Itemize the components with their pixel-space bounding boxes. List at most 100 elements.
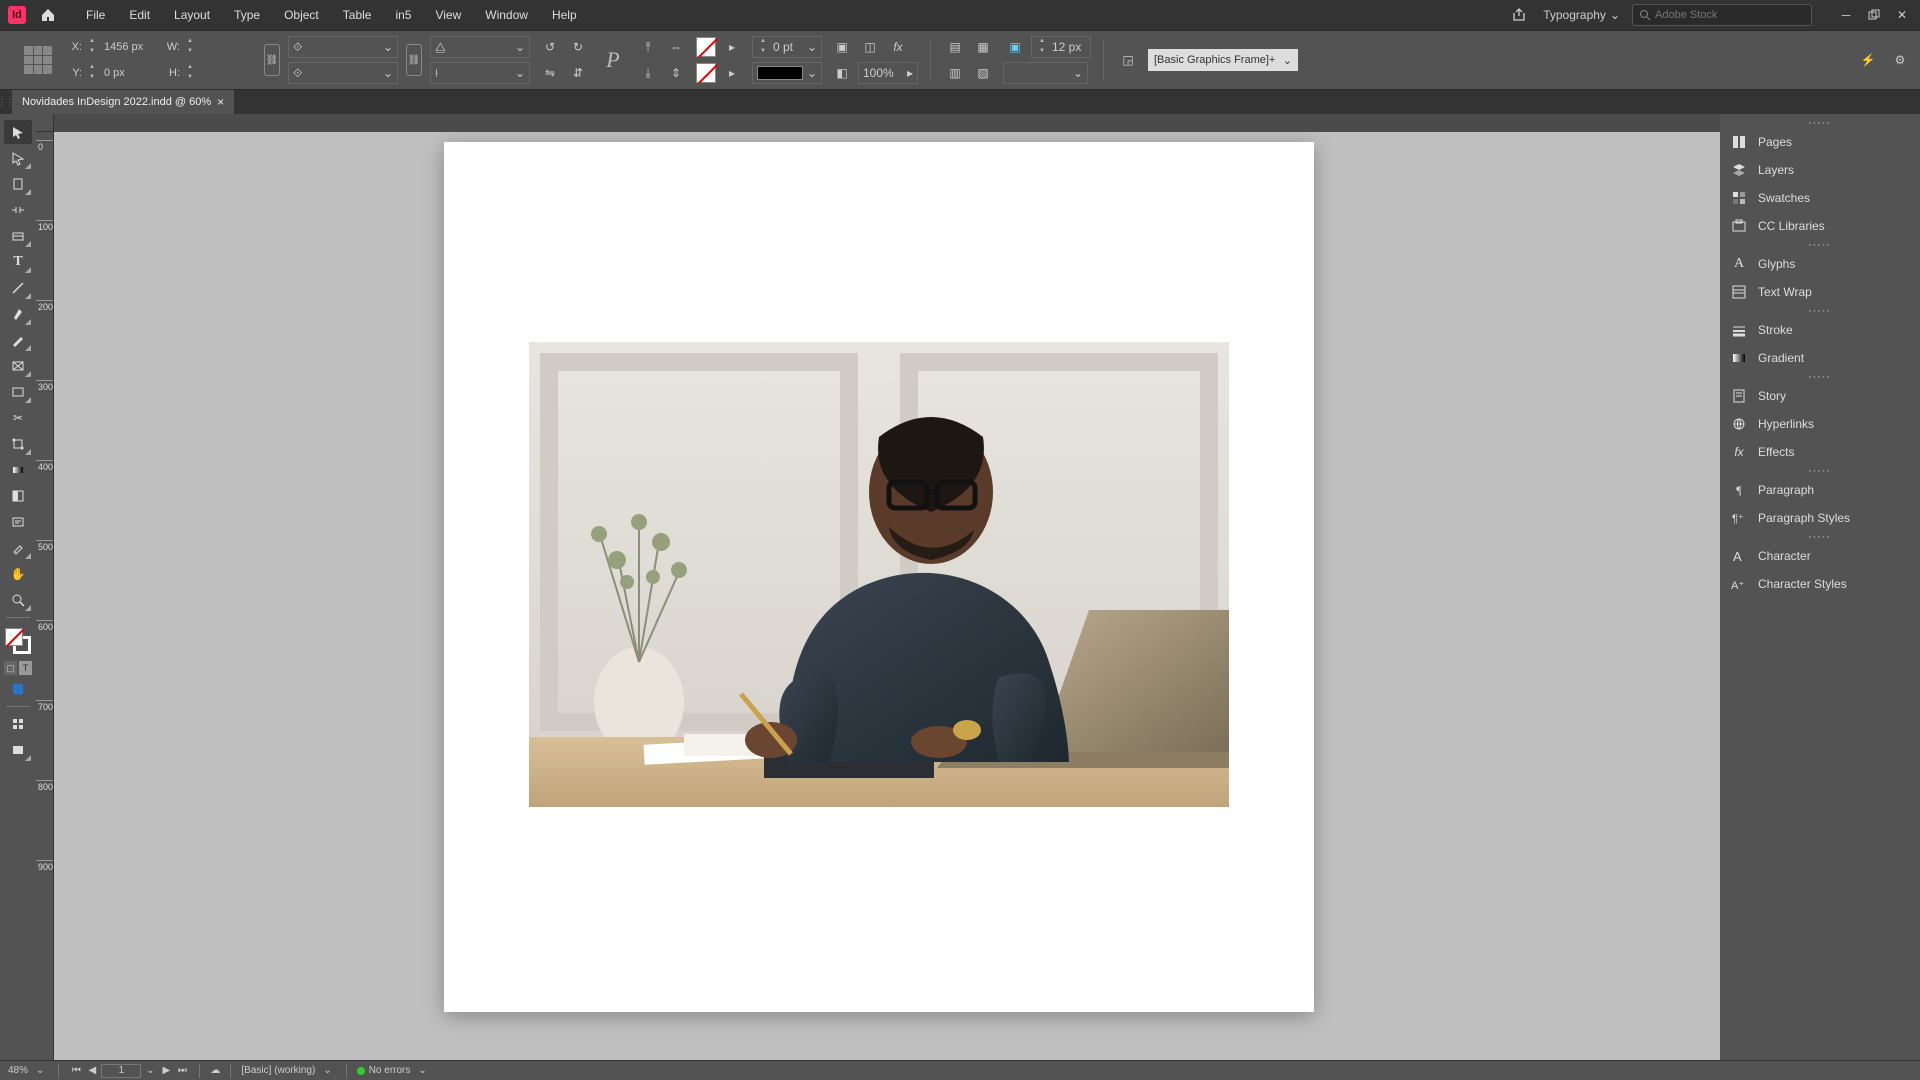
constrain-wh-icon[interactable]: ⛓ xyxy=(264,44,280,76)
x-stepper[interactable]: ▲▼ xyxy=(86,37,98,57)
panel-textwrap[interactable]: Text Wrap xyxy=(1720,278,1920,306)
free-transform-tool[interactable] xyxy=(4,432,32,456)
fill-swatch[interactable] xyxy=(696,37,716,57)
wrap-none-icon[interactable]: ▤ xyxy=(943,35,967,59)
stroke-menu-icon[interactable]: ▸ xyxy=(720,61,744,85)
maximize-button[interactable] xyxy=(1864,5,1884,25)
rectangle-tool[interactable] xyxy=(4,380,32,404)
flip-v-icon[interactable]: ⇵ xyxy=(566,61,590,85)
share-icon[interactable] xyxy=(1507,3,1531,27)
panel-pages[interactable]: Pages xyxy=(1720,128,1920,156)
panel-grip[interactable]: ▪▪▪▪▪ xyxy=(1720,240,1920,250)
x-input[interactable] xyxy=(102,37,158,57)
pen-tool[interactable] xyxy=(4,302,32,326)
panel-hyperlinks[interactable]: Hyperlinks xyxy=(1720,410,1920,438)
sync-icon[interactable]: ☁ xyxy=(210,1065,220,1076)
page-tool[interactable] xyxy=(4,172,32,196)
line-tool[interactable] xyxy=(4,276,32,300)
menu-layout[interactable]: Layout xyxy=(162,2,222,28)
minimize-button[interactable]: ─ xyxy=(1836,5,1856,25)
screen-mode-grid-icon[interactable] xyxy=(4,712,32,736)
next-page-icon[interactable]: ▶ xyxy=(159,1065,173,1076)
shear-dropdown[interactable]: ⟊⌄ xyxy=(430,62,530,84)
constrain-scale-icon[interactable]: ⛓ xyxy=(406,44,422,76)
ruler-origin[interactable] xyxy=(36,114,54,132)
h-stepper[interactable]: ▲▼ xyxy=(184,63,196,83)
rotate-ccw-icon[interactable]: ↺ xyxy=(538,35,562,59)
tab-handle-icon[interactable]: ⋮⋮ xyxy=(0,90,12,114)
menu-type[interactable]: Type xyxy=(222,2,272,28)
hand-tool[interactable]: ✋ xyxy=(4,562,32,586)
pencil-tool[interactable] xyxy=(4,328,32,352)
home-icon[interactable] xyxy=(38,5,58,25)
object-style-select[interactable]: [Basic Graphics Frame]+ ⌄ xyxy=(1148,49,1298,71)
scale-y-dropdown[interactable]: ⟐⌄ xyxy=(288,62,398,84)
reference-point-grid[interactable] xyxy=(24,46,52,74)
stock-search[interactable] xyxy=(1632,4,1812,26)
gap-tool[interactable] xyxy=(4,198,32,222)
first-page-icon[interactable]: ⏮ xyxy=(69,1065,83,1076)
zoom-tool[interactable] xyxy=(4,588,32,612)
eyedropper-tool[interactable] xyxy=(4,536,32,560)
menu-file[interactable]: File xyxy=(74,2,117,28)
y-stepper[interactable]: ▲▼ xyxy=(86,63,98,83)
stroke-swatch[interactable] xyxy=(696,63,716,83)
status-field[interactable]: [Basic] (working)⌄ xyxy=(241,1065,335,1076)
panel-grip[interactable]: ▪▪▪▪▪ xyxy=(1720,372,1920,382)
panel-cc[interactable]: CC Libraries xyxy=(1720,212,1920,240)
panel-story[interactable]: Story xyxy=(1720,382,1920,410)
menu-window[interactable]: Window xyxy=(473,2,540,28)
menu-view[interactable]: View xyxy=(423,2,473,28)
type-tool[interactable]: T xyxy=(4,250,32,274)
align-hcenter-icon[interactable]: ⇔ xyxy=(664,35,688,59)
fx-icon[interactable]: fx xyxy=(886,35,910,59)
placed-image[interactable] xyxy=(529,342,1229,807)
panel-grip[interactable]: ▪▪▪▪▪ xyxy=(1720,532,1920,542)
wrap-jump-icon[interactable]: ▥ xyxy=(943,61,967,85)
color-mode-row[interactable]: ▢T xyxy=(4,661,32,675)
panel-grip[interactable]: ▪▪▪▪▪ xyxy=(1720,306,1920,316)
w-input[interactable] xyxy=(200,37,256,57)
panel-glyphs[interactable]: AGlyphs xyxy=(1720,250,1920,278)
stroke-style-dropdown[interactable]: ⌄ xyxy=(752,62,822,84)
h-input[interactable] xyxy=(200,63,256,83)
vertical-ruler[interactable]: 0100200300400500600700800900 xyxy=(36,132,54,1060)
gradient-swatch-tool[interactable] xyxy=(4,458,32,482)
direct-selection-tool[interactable] xyxy=(4,146,32,170)
menu-edit[interactable]: Edit xyxy=(117,2,162,28)
panel-paragraph[interactable]: ¶Paragraph xyxy=(1720,476,1920,504)
wrap-jump2-icon[interactable]: ▧ xyxy=(971,61,995,85)
y-input[interactable] xyxy=(102,63,158,83)
align-vcenter-icon[interactable]: ⇕ xyxy=(664,61,688,85)
rectangle-frame-tool[interactable] xyxy=(4,354,32,378)
panel-stroke[interactable]: Stroke xyxy=(1720,316,1920,344)
fill-stroke-swatches[interactable] xyxy=(4,627,32,655)
close-button[interactable]: ✕ xyxy=(1892,5,1912,25)
corner-size-dropdown[interactable]: ▲▼12 px xyxy=(1031,36,1091,58)
align-bottom-icon[interactable]: ⤓ xyxy=(636,61,660,85)
corner-options-icon[interactable]: ▣ xyxy=(1003,35,1027,59)
menu-table[interactable]: Table xyxy=(331,2,384,28)
last-page-icon[interactable]: ⏭ xyxy=(175,1065,189,1076)
rotate-dropdown[interactable]: ⧋⌄ xyxy=(430,36,530,58)
wrap-around-icon[interactable]: ▦ xyxy=(971,35,995,59)
panel-pstyles[interactable]: ¶⁺Paragraph Styles xyxy=(1720,504,1920,532)
menu-object[interactable]: Object xyxy=(272,2,331,28)
panel-character[interactable]: ACharacter xyxy=(1720,542,1920,570)
apply-color-icon[interactable] xyxy=(4,677,32,701)
document-tab[interactable]: Novidades InDesign 2022.indd @ 60% × xyxy=(12,90,234,114)
fill-menu-icon[interactable]: ▸ xyxy=(720,35,744,59)
bolt-icon[interactable]: ⚡ xyxy=(1856,48,1880,72)
gear-icon[interactable]: ⚙ xyxy=(1888,48,1912,72)
flip-h-icon[interactable]: ⇋ xyxy=(538,61,562,85)
panel-grip[interactable]: ▪▪▪▪▪ xyxy=(1720,118,1920,128)
gradient-feather-tool[interactable] xyxy=(4,484,32,508)
align-top-icon[interactable]: ⤒ xyxy=(636,35,660,59)
rotate-cw-icon[interactable]: ↻ xyxy=(566,35,590,59)
w-stepper[interactable]: ▲▼ xyxy=(184,37,196,57)
scale-x-dropdown[interactable]: ⟐⌄ xyxy=(288,36,398,58)
menu-in5[interactable]: in5 xyxy=(383,2,423,28)
page-navigator[interactable]: ⏮ ◀ ⌄ ▶ ⏭ xyxy=(69,1064,189,1078)
frame-fitting-icon[interactable]: ◲ xyxy=(1116,48,1140,72)
close-tab-icon[interactable]: × xyxy=(217,95,224,109)
